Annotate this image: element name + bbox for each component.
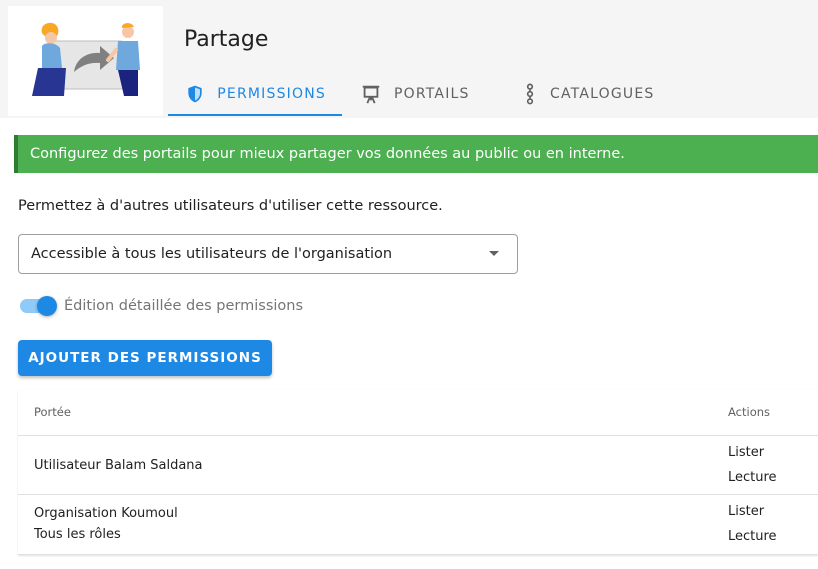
detailed-permissions-row: Édition détaillée des permissions	[18, 294, 303, 318]
row-action: Lister	[728, 445, 765, 460]
row-scope-role: Tous les rôles	[34, 527, 121, 542]
easel-icon	[360, 83, 382, 105]
table-row[interactable]: Organisation Koumoul Tous les rôles List…	[18, 494, 818, 555]
table-row[interactable]: Utilisateur Balam Saldana Lister Lecture	[18, 435, 818, 494]
tab-portails[interactable]: PORTAILS	[344, 72, 504, 116]
toggle-thumb	[37, 296, 57, 316]
detailed-permissions-label: Édition détaillée des permissions	[64, 298, 304, 314]
row-action: Lister	[728, 504, 765, 519]
detailed-permissions-toggle[interactable]	[18, 294, 58, 318]
dots-vertical-icon	[522, 83, 538, 105]
row-scope: Utilisateur Balam Saldana	[34, 458, 203, 473]
column-header-scope: Portée	[34, 405, 71, 419]
page-title: Partage	[184, 27, 269, 52]
tab-portails-label: PORTAILS	[394, 86, 470, 102]
tab-catalogues-label: CATALOGUES	[550, 86, 655, 102]
permissions-table: Portée Actions Utilisateur Balam Saldana…	[18, 390, 818, 555]
tab-catalogues[interactable]: CATALOGUES	[506, 72, 666, 116]
shield-icon	[184, 83, 205, 105]
info-banner-text: Configurez des portails pour mieux parta…	[30, 146, 625, 162]
tab-bar: PERMISSIONS PORTAILS CATALOGUES	[168, 72, 666, 116]
column-header-actions: Actions	[728, 405, 771, 419]
access-select[interactable]: Accessible à tous les utilisateurs de l'…	[18, 234, 518, 274]
tab-permissions[interactable]: PERMISSIONS	[168, 72, 342, 116]
row-action: Lecture	[728, 529, 777, 544]
access-select-value: Accessible à tous les utilisateurs de l'…	[31, 246, 393, 262]
sharing-illustration	[8, 6, 163, 116]
add-permissions-button[interactable]: AJOUTER DES PERMISSIONS	[18, 340, 272, 376]
page-header: Partage PERMISSIONS PORTAILS CATALOGUES	[0, 0, 818, 118]
caret-down-icon	[489, 251, 499, 256]
info-banner: Configurez des portails pour mieux parta…	[14, 135, 818, 173]
permissions-intro: Permettez à d'autres utilisateurs d'util…	[18, 198, 443, 214]
row-action: Lecture	[728, 470, 777, 485]
tab-permissions-label: PERMISSIONS	[217, 86, 326, 102]
row-scope: Organisation Koumoul	[34, 506, 178, 521]
